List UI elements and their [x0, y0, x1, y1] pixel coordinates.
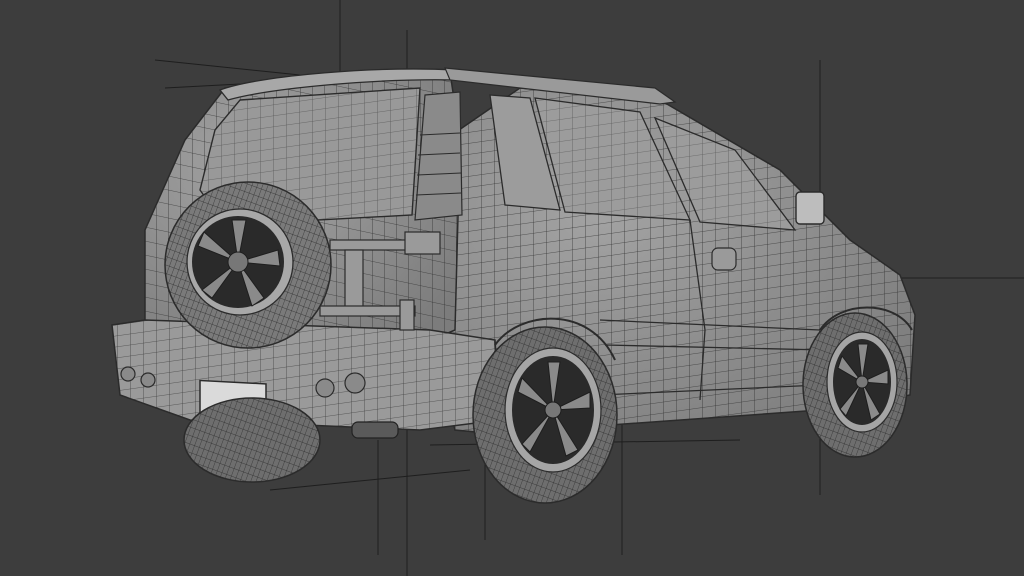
rear-wheel-left — [183, 397, 321, 483]
front-wheel — [802, 312, 908, 458]
car-model[interactable] — [111, 67, 916, 504]
3d-viewport[interactable] — [0, 0, 1024, 576]
door-handle — [711, 247, 737, 271]
viewport-canvas[interactable] — [0, 0, 1024, 576]
side-mirror — [795, 191, 825, 225]
spare-tire — [164, 181, 332, 349]
rear-wheel — [472, 326, 618, 504]
exhaust-pipe — [351, 421, 399, 439]
